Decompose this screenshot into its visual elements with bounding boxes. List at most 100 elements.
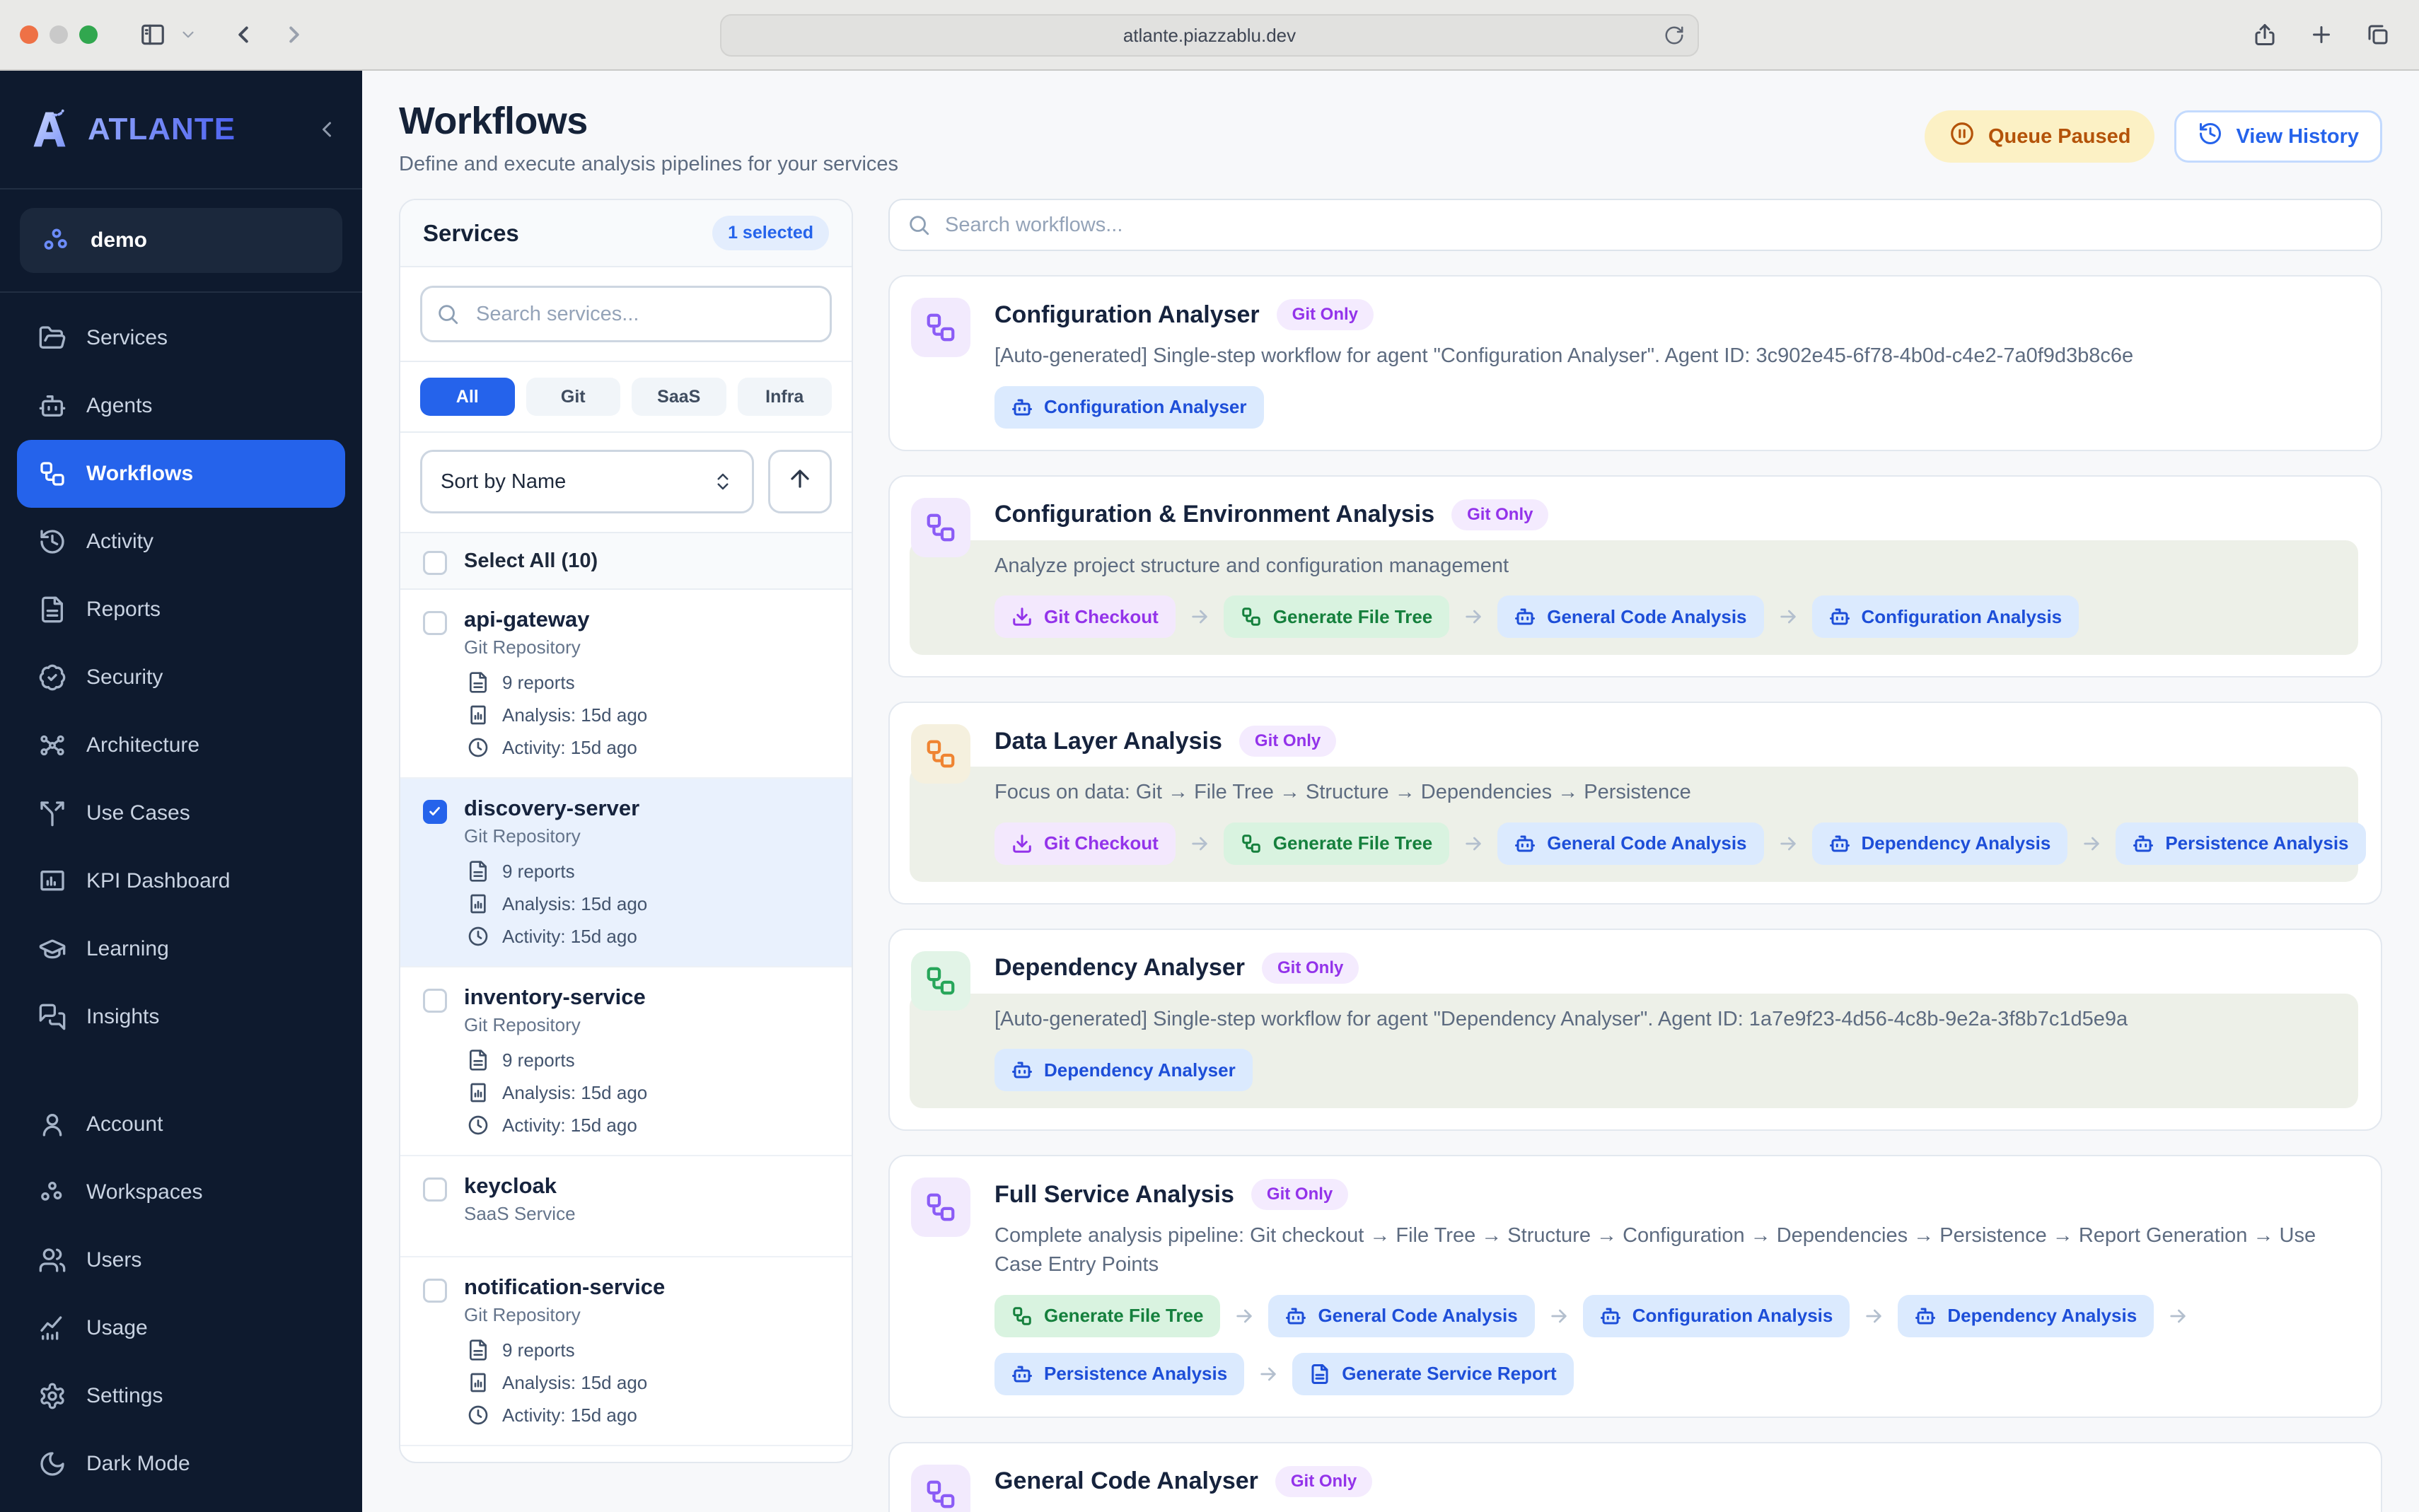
sidebar-item-use-cases[interactable]: Use Cases (17, 779, 345, 847)
step-chip-dependency-analysis: Dependency Analysis (1811, 822, 2068, 865)
chart-panel-icon (467, 892, 489, 915)
sidebar-collapse-icon[interactable] (314, 117, 340, 142)
trending-icon (38, 1314, 66, 1342)
filter-all[interactable]: All (420, 378, 515, 416)
select-all-row[interactable]: Select All (10) (400, 533, 852, 590)
git-only-badge: Git Only (1251, 1179, 1349, 1211)
service-name: api-gateway (464, 607, 590, 632)
screen: atlante.piazzablu.dev ATLANTE demo Servi… (0, 0, 2419, 1512)
step-chip-configuration-analyser: Configuration Analyser (994, 385, 1264, 429)
sidebar-toggle-icon[interactable] (132, 16, 174, 53)
workflow-icon (911, 497, 970, 557)
network-icon (38, 731, 66, 760)
service-row-discovery-server[interactable]: discovery-server Git Repository 9 reports A… (400, 779, 852, 967)
workflow-card-configuration-environment-analysis[interactable]: Configuration & Environment Analysis Git … (888, 475, 2382, 678)
sidebar-item-label: Users (86, 1248, 142, 1272)
service-row-keycloak[interactable]: keycloak SaaS Service (400, 1156, 852, 1257)
services-search-input[interactable] (420, 286, 832, 342)
arrow-right-icon (1462, 832, 1485, 855)
sidebar-item-insights[interactable]: Insights (17, 983, 345, 1051)
service-meta-text: Activity: 15d ago (502, 1404, 637, 1426)
minimize-window-button[interactable] (50, 25, 68, 44)
step-chip-label: Generate File Tree (1272, 605, 1433, 627)
sort-direction-button[interactable] (768, 450, 832, 513)
address-bar[interactable]: atlante.piazzablu.dev (720, 14, 1699, 57)
select-all-checkbox[interactable] (423, 551, 447, 575)
sort-select[interactable]: Sort by Name (420, 450, 754, 513)
workflow-card-general-code-analyser[interactable]: General Code Analyser Git Only [Auto-gener… (888, 1441, 2382, 1512)
share-icon[interactable] (2244, 16, 2286, 53)
forward-icon[interactable] (273, 16, 315, 53)
filter-saas[interactable]: SaaS (632, 378, 726, 416)
close-window-button[interactable] (20, 25, 38, 44)
sidebar-item-workspaces[interactable]: Workspaces (17, 1158, 345, 1226)
workflow-card-data-layer-analysis[interactable]: Data Layer Analysis Git Only Focus on data… (888, 702, 2382, 905)
step-chip-label: General Code Analysis (1547, 605, 1747, 627)
history-icon (2198, 121, 2223, 152)
filter-git[interactable]: Git (526, 378, 620, 416)
sidebar-item-agents[interactable]: Agents (17, 372, 345, 440)
service-checkbox[interactable] (423, 800, 447, 824)
workflow-steps-row: Dependency Analyser (994, 1049, 2341, 1092)
sidebar-item-services[interactable]: Services (17, 304, 345, 372)
file-text-icon (467, 860, 489, 883)
workflow-title: Configuration Analyser (994, 301, 1260, 328)
sidebar-item-label: Security (86, 665, 163, 689)
service-checkbox[interactable] (423, 1177, 447, 1202)
sidebar-item-users[interactable]: Users (17, 1226, 345, 1294)
step-chip-label: General Code Analysis (1547, 832, 1747, 854)
sidebar-item-kpi-dashboard[interactable]: KPI Dashboard (17, 847, 345, 915)
sidebar-item-learning[interactable]: Learning (17, 915, 345, 983)
workspace-switcher[interactable]: demo (20, 208, 342, 273)
step-chip-label: Git Checkout (1044, 605, 1159, 627)
sidebar-item-account[interactable]: Account (17, 1091, 345, 1158)
sidebar-item-usage[interactable]: Usage (17, 1294, 345, 1362)
workflow-steps-row: Configuration Analyser (994, 385, 2358, 429)
arrow-right-icon (1777, 832, 1799, 855)
queue-paused-badge[interactable]: Queue Paused (1924, 110, 2155, 163)
reload-icon[interactable] (1664, 25, 1685, 46)
graduation-cap-icon (38, 935, 66, 963)
chevron-down-icon[interactable] (174, 16, 202, 53)
service-type: Git Repository (464, 636, 581, 658)
workflow-card-full-service-analysis[interactable]: Full Service Analysis Git Only Complete an… (888, 1155, 2382, 1418)
service-checkbox[interactable] (423, 1279, 447, 1303)
sidebar-item-reports[interactable]: Reports (17, 576, 345, 644)
sidebar-item-activity[interactable]: Activity (17, 508, 345, 576)
sort-select-value: Sort by Name (441, 470, 567, 493)
sidebar-item-settings[interactable]: Settings (17, 1362, 345, 1430)
service-checkbox[interactable] (423, 611, 447, 635)
service-meta-row: Analysis: 15d ago (467, 1371, 829, 1394)
workflow-card-dependency-analyser[interactable]: Dependency Analyser Git Only [Auto-generat… (888, 928, 2382, 1132)
users-icon (38, 1246, 66, 1274)
service-row-api-gateway[interactable]: api-gateway Git Repository 9 reports Analys… (400, 590, 852, 779)
back-icon[interactable] (222, 16, 265, 53)
workflow-icon (38, 460, 66, 488)
new-tab-icon[interactable] (2300, 16, 2343, 53)
sidebar-item-workflows[interactable]: Workflows (17, 440, 345, 508)
git-only-badge: Git Only (1276, 299, 1374, 330)
step-chip-general-code-analysis: General Code Analysis (1497, 822, 1764, 865)
workflow-description: [Auto-generated] Single-step workflow fo… (994, 1007, 2128, 1030)
step-chip-git-checkout: Git Checkout (994, 595, 1176, 639)
workflow-card-configuration-analyser[interactable]: Configuration Analyser Git Only [Auto-gene… (888, 275, 2382, 451)
service-meta-row: 9 reports (467, 671, 829, 694)
service-checkbox[interactable] (423, 989, 447, 1013)
service-row-inventory-service[interactable]: inventory-service Git Repository 9 reports… (400, 967, 852, 1156)
zoom-window-button[interactable] (79, 25, 98, 44)
tab-overview-icon[interactable] (2357, 16, 2399, 53)
service-name: notification-service (464, 1274, 666, 1299)
service-meta-text: 9 reports (502, 860, 575, 882)
filter-infra[interactable]: Infra (737, 378, 832, 416)
view-history-button[interactable]: View History (2174, 110, 2382, 163)
service-row-notification-service[interactable]: notification-service Git Repository 9 repo… (400, 1257, 852, 1446)
workflows-search-input[interactable] (945, 213, 2364, 237)
sidebar-item-dark-mode[interactable]: Dark Mode (17, 1430, 345, 1498)
service-meta-row: Activity: 15d ago (467, 925, 829, 948)
sidebar-item-label: Workspaces (86, 1180, 203, 1204)
window-controls (20, 25, 98, 44)
service-meta-row: Activity: 15d ago (467, 1114, 829, 1136)
sidebar-item-security[interactable]: Security (17, 644, 345, 711)
arrow-right-icon (1257, 1363, 1280, 1385)
sidebar-item-architecture[interactable]: Architecture (17, 711, 345, 779)
